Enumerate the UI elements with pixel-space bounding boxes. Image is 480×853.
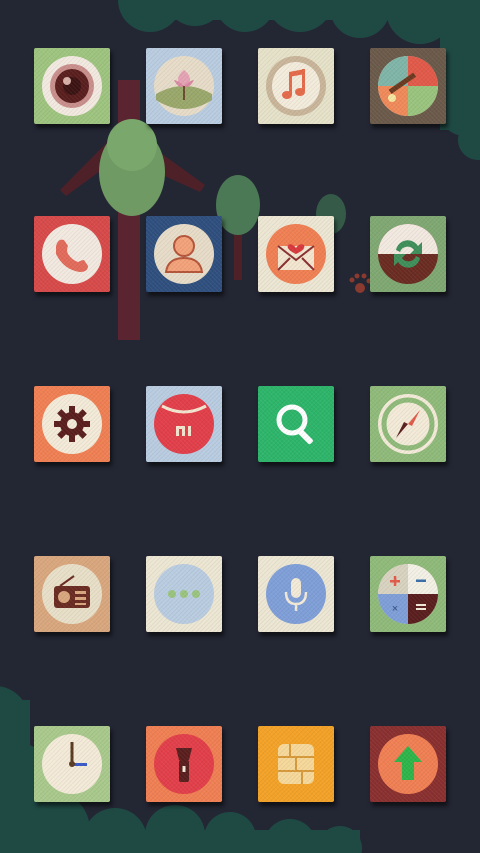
gallery-icon: [154, 56, 214, 116]
app-music[interactable]: [258, 48, 334, 124]
camera-icon: [42, 56, 102, 116]
music-note-icon: [266, 56, 326, 116]
app-calculator[interactable]: ×: [370, 556, 446, 632]
phone-icon: [42, 224, 102, 284]
app-contacts[interactable]: [146, 216, 222, 292]
app-more[interactable]: [146, 556, 222, 632]
calculator-icon: ×: [378, 564, 438, 624]
clock-icon: [42, 734, 102, 794]
shopping-bag-icon: [154, 394, 214, 454]
microphone-icon: [266, 564, 326, 624]
app-backup[interactable]: [370, 216, 446, 292]
envelope-heart-icon: [266, 224, 326, 284]
contact-person-icon: [154, 224, 214, 284]
app-clock[interactable]: [34, 726, 110, 802]
app-camera[interactable]: [34, 48, 110, 124]
theme-palette-icon: [378, 56, 438, 116]
app-voice-recorder[interactable]: [258, 556, 334, 632]
upload-arrow-icon: [378, 734, 438, 794]
app-grid: ×: [0, 0, 480, 853]
app-flashlight[interactable]: [146, 726, 222, 802]
app-updater[interactable]: [370, 726, 446, 802]
app-search[interactable]: [258, 386, 334, 462]
app-mi-market[interactable]: [146, 386, 222, 462]
flashlight-icon: [154, 734, 214, 794]
app-gallery[interactable]: [146, 48, 222, 124]
app-messages[interactable]: [258, 216, 334, 292]
svg-text:×: ×: [392, 603, 398, 615]
app-settings[interactable]: [34, 386, 110, 462]
sync-arrows-icon: [378, 224, 438, 284]
app-themes[interactable]: [370, 48, 446, 124]
radio-icon: [42, 564, 102, 624]
app-sim-toolkit[interactable]: [258, 726, 334, 802]
three-dots-icon: [154, 564, 214, 624]
sim-card-icon: [278, 744, 314, 784]
gear-icon: [42, 394, 102, 454]
app-compass[interactable]: [370, 386, 446, 462]
magnifier-icon: [276, 404, 313, 445]
compass-icon: [378, 394, 438, 454]
app-phone[interactable]: [34, 216, 110, 292]
app-radio[interactable]: [34, 556, 110, 632]
